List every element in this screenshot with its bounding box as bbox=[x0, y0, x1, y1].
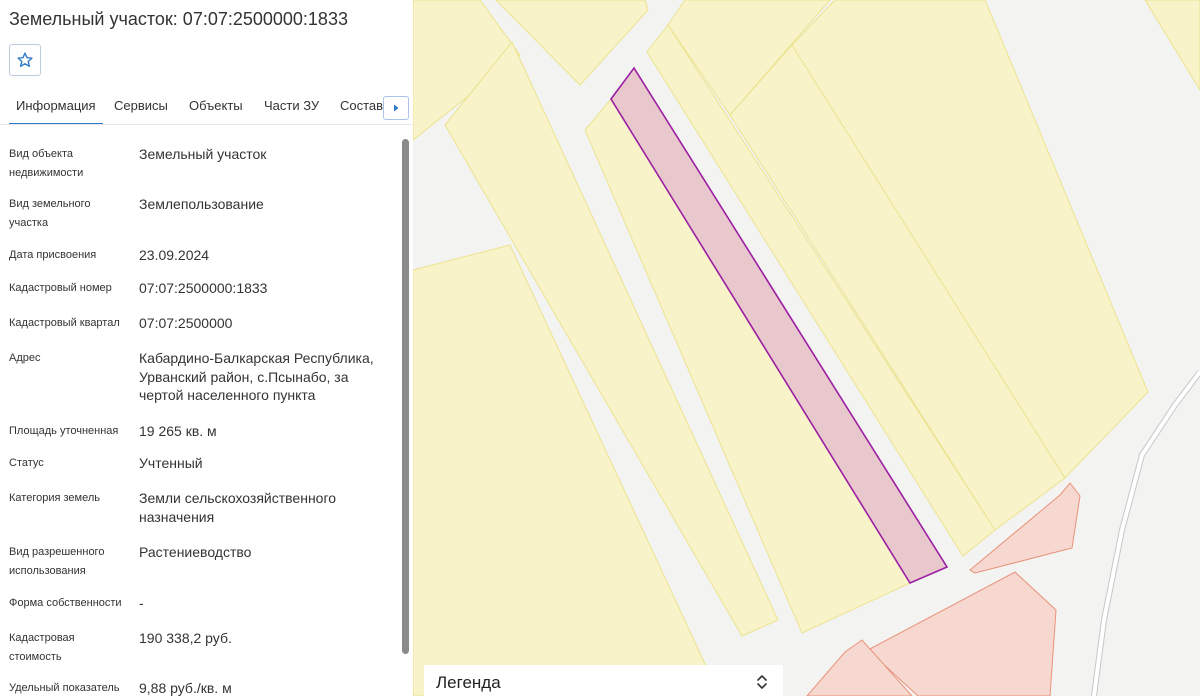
field-label-status: Статус bbox=[9, 457, 44, 469]
field-value-ownership-form: - bbox=[139, 595, 144, 611]
caret-right-icon bbox=[394, 104, 399, 112]
field-value-permitted-use: Растениеводство bbox=[139, 544, 252, 560]
field-label-cadastral-value: Кадастровая стоимость bbox=[9, 632, 75, 663]
field-value-assignment-date: 23.09.2024 bbox=[139, 247, 210, 263]
field-label-object-type: Вид объекта недвижимости bbox=[9, 148, 84, 179]
tab-label: Информация bbox=[16, 98, 96, 113]
field-value-cadastral-value: 190 338,2 руб. bbox=[139, 630, 232, 646]
tab-bar: Информация Сервисы Объекты Части ЗУ Сост… bbox=[0, 93, 413, 125]
tab-objects[interactable]: Объекты bbox=[189, 93, 243, 123]
field-label-specific-index: Удельный показатель bbox=[9, 682, 120, 694]
field-value-status: Учтенный bbox=[139, 455, 203, 471]
star-icon bbox=[17, 52, 33, 67]
favorite-button[interactable] bbox=[9, 44, 41, 76]
field-label-cadastral-number: Кадастровый номер bbox=[9, 282, 112, 294]
panel-scrollbar[interactable] bbox=[402, 139, 409, 654]
field-value-address: Кабардино-Балкарская Республика, Урванск… bbox=[139, 350, 374, 403]
tab-composition[interactable]: Состав bbox=[340, 93, 383, 123]
field-label-land-category: Категория земель bbox=[9, 492, 100, 504]
field-value-land-category: Земли сельскохозяйственного назначения bbox=[139, 490, 337, 525]
field-value-land-type: Землепользование bbox=[139, 196, 264, 212]
field-value-cadastral-quarter[interactable]: 07:07:2500000 bbox=[139, 314, 389, 333]
page-title: Земельный участок: 07:07:2500000:1833 bbox=[9, 9, 348, 29]
tab-parts[interactable]: Части ЗУ bbox=[264, 93, 319, 123]
tab-label: Объекты bbox=[189, 98, 243, 113]
field-label-area: Площадь уточненная bbox=[9, 425, 119, 437]
field-value-object-type: Земельный участок bbox=[139, 146, 267, 162]
tab-label: Состав bbox=[340, 98, 384, 113]
field-value-cadastral-number[interactable]: 07:07:2500000:1833 bbox=[139, 279, 389, 298]
field-label-cadastral-quarter: Кадастровый квартал bbox=[9, 317, 120, 329]
field-value-specific-index: 9,88 руб./кв. м bbox=[139, 680, 232, 696]
info-panel: Земельный участок: 07:07:2500000:1833 Ин… bbox=[0, 0, 413, 696]
map-canvas[interactable] bbox=[413, 0, 1200, 696]
divider bbox=[0, 124, 413, 125]
legend-label: Легенда bbox=[436, 673, 501, 692]
field-label-address: Адрес bbox=[9, 352, 41, 364]
legend-panel[interactable]: Легенда bbox=[424, 665, 783, 696]
map-layer bbox=[413, 0, 1200, 696]
chevron-up-down-icon[interactable] bbox=[755, 673, 769, 691]
field-label-permitted-use: Вид разрешенного использования bbox=[9, 546, 105, 577]
tab-label: Сервисы bbox=[114, 98, 168, 113]
field-value-area: 19 265 кв. м bbox=[139, 423, 217, 439]
tab-services[interactable]: Сервисы bbox=[114, 93, 168, 123]
tab-label: Части ЗУ bbox=[264, 98, 320, 113]
field-label-ownership-form: Форма собственности bbox=[9, 597, 122, 609]
tabs-scroll-right-button[interactable] bbox=[383, 96, 409, 120]
field-label-assignment-date: Дата присвоения bbox=[9, 249, 97, 261]
field-label-land-type: Вид земельного участка bbox=[9, 198, 91, 229]
tab-information[interactable]: Информация bbox=[9, 93, 103, 125]
